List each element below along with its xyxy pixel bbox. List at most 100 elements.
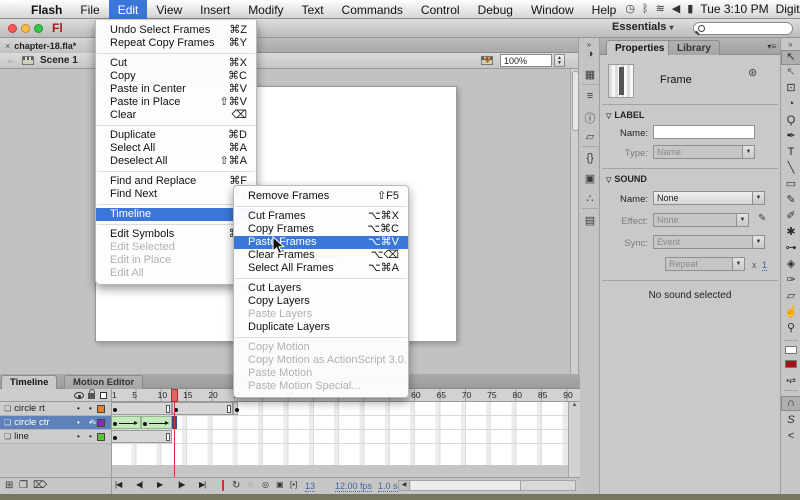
pencil-tool[interactable]: ✎ (781, 194, 800, 207)
layer-color-swatch[interactable] (97, 433, 105, 441)
selection-tool[interactable]: ↖ (781, 50, 800, 65)
go-first-button[interactable]: |◀ (115, 480, 121, 489)
tab-timeline[interactable]: Timeline (1, 375, 57, 389)
align-panel-icon[interactable]: ≡ (579, 90, 601, 102)
motion-presets-panel-icon[interactable]: ∴ (579, 192, 601, 205)
swatches-panel-icon[interactable]: ▦ (579, 68, 601, 81)
tab-library[interactable]: Library (668, 40, 720, 55)
pen-tool[interactable]: ✒ (781, 130, 800, 143)
menu-item-paste-in-center[interactable]: Paste in Center⌘V (96, 83, 256, 96)
menubar-item-help[interactable]: Help (583, 0, 626, 19)
tween-span[interactable] (111, 416, 141, 429)
layer-visibility-dot[interactable]: • (77, 432, 80, 441)
line-tool[interactable]: ╲ (781, 162, 800, 175)
color-panel-icon[interactable]: ◑ (579, 48, 601, 60)
menu-item-copy[interactable]: Copy⌘C (96, 70, 256, 83)
label-name-input[interactable] (653, 125, 755, 139)
menu-item-find-next[interactable]: Find NextF3 (96, 188, 256, 201)
label-type-dropdown[interactable]: Name▼ (653, 145, 755, 159)
lasso-tool[interactable]: Ϙ (781, 114, 800, 127)
frame-rate-value[interactable]: 12.00 fps (335, 481, 372, 492)
volume-icon[interactable]: ◀ (672, 0, 680, 19)
menubar-item-debug[interactable]: Debug (469, 0, 522, 19)
frames-grid[interactable] (111, 402, 580, 465)
menubar-item-file[interactable]: File (71, 0, 108, 19)
menubar-item-window[interactable]: Window (522, 0, 583, 19)
edit-multiple-frames-button[interactable]: ▣ (276, 480, 284, 489)
outline-all-layers-icon[interactable] (100, 392, 107, 399)
rectangle-tool[interactable]: ▭ (781, 178, 800, 191)
menu-item-remove-frames[interactable]: Remove Frames⇧F5 (234, 190, 408, 203)
info-panel-icon[interactable]: ⓘ (579, 110, 601, 126)
timeline-vertical-scrollbar[interactable]: ▲ (568, 402, 580, 477)
layer-lock-dot[interactable]: • (89, 432, 92, 441)
center-frame-marker[interactable] (222, 480, 224, 491)
layer-row-circle-ctr[interactable]: ❏circle ctr✎•• (0, 416, 111, 430)
menu-item-repeat-copy-frames[interactable]: Repeat Copy Frames⌘Y (96, 37, 256, 50)
menu-item-clear-frames[interactable]: Clear Frames⌥⌫ (234, 249, 408, 262)
menu-item-select-all[interactable]: Select All⌘A (96, 142, 256, 155)
menubar-user[interactable]: Digital Foundations (776, 2, 800, 16)
menu-item-cut-frames[interactable]: Cut Frames⌥⌘X (234, 210, 408, 223)
new-folder-button[interactable]: ❐ (19, 480, 28, 491)
layer-lock-dot[interactable]: • (89, 418, 92, 427)
bone-tool[interactable]: ⊶ (781, 242, 800, 255)
menu-item-undo-select-frames[interactable]: Undo Select Frames⌘Z (96, 24, 256, 37)
back-arrow-icon[interactable]: ← (6, 55, 16, 66)
play-button[interactable]: ▶ (157, 480, 162, 489)
current-frame-value[interactable]: 13 (305, 481, 315, 492)
step-back-button[interactable]: ◀| (136, 480, 142, 489)
sound-name-dropdown[interactable]: None▼ (653, 191, 765, 205)
time-machine-icon[interactable]: ◷ (625, 0, 635, 19)
menu-item-find-and-replace[interactable]: Find and Replace⌘F (96, 175, 256, 188)
elapsed-time-value[interactable]: 1.0 s (378, 481, 398, 492)
menubar-item-control[interactable]: Control (412, 0, 469, 19)
search-input[interactable] (693, 22, 793, 35)
layer-visibility-dot[interactable]: • (77, 418, 80, 427)
menubar-item-view[interactable]: View (147, 0, 191, 19)
layer-color-swatch[interactable] (97, 419, 105, 427)
help-icon[interactable]: ⊛ (748, 66, 757, 79)
workspace-switcher[interactable]: Essentials ▾ (612, 21, 674, 33)
straighten-icon[interactable]: < (781, 430, 800, 443)
tab-properties[interactable]: Properties (606, 40, 673, 55)
collapse-tools-icon[interactable]: » (781, 40, 800, 49)
go-last-button[interactable]: ▶| (199, 480, 205, 489)
menubar-item-modify[interactable]: Modify (239, 0, 292, 19)
zoom-tool[interactable]: ⚲ (781, 322, 800, 335)
3d-rotation-tool[interactable]: ◔ (781, 98, 800, 111)
step-forward-button[interactable]: |▶ (178, 480, 184, 489)
free-transform-tool[interactable]: ⊡ (781, 82, 800, 95)
smooth-icon[interactable]: S (781, 414, 800, 427)
menu-item-copy-frames[interactable]: Copy Frames⌥⌘C (234, 223, 408, 236)
menu-item-deselect-all[interactable]: Deselect All⇧⌘A (96, 155, 256, 168)
menu-item-paste-in-place[interactable]: Paste in Place⇧⌘V (96, 96, 256, 109)
menu-item-cut-layers[interactable]: Cut Layers (234, 282, 408, 295)
eraser-tool[interactable]: ▱ (781, 290, 800, 303)
menu-item-duplicate[interactable]: Duplicate⌘D (96, 129, 256, 142)
subselection-tool[interactable]: ↖ (781, 66, 800, 79)
menu-item-select-all-frames[interactable]: Select All Frames⌥⌘A (234, 262, 408, 275)
stage-zoom-input[interactable]: 100% (500, 54, 552, 67)
bluetooth-icon[interactable]: ᛒ (642, 0, 649, 19)
battery-icon[interactable]: ▮ (687, 0, 693, 19)
menubar-item-insert[interactable]: Insert (191, 0, 239, 19)
layer-row-circle-rt[interactable]: ❏circle rt•• (0, 402, 111, 416)
layer-visibility-dot[interactable]: • (77, 404, 80, 413)
timeline-horizontal-scrollbar[interactable]: ◀ (398, 480, 576, 491)
scene-name[interactable]: Scene 1 (40, 55, 78, 66)
sound-repeat-dropdown[interactable]: Repeat▼ (665, 257, 745, 271)
menu-item-paste-frames[interactable]: Paste Frames⌥⌘V (234, 236, 408, 249)
fill-color-swatch[interactable] (785, 360, 797, 368)
onion-outlines-button[interactable]: ◎ (262, 480, 269, 489)
menu-item-timeline[interactable]: Timeline▶ (96, 208, 256, 221)
sound-effect-dropdown[interactable]: None▼ (653, 213, 749, 227)
menubar-item-flash[interactable]: Flash (22, 0, 71, 19)
project-panel-icon[interactable]: ▤ (579, 214, 601, 227)
layer-lock-dot[interactable]: • (89, 404, 92, 413)
sound-section-header[interactable]: ▽SOUND (606, 174, 647, 184)
scrollbar-thumb[interactable] (411, 481, 521, 490)
wifi-icon[interactable]: ≋ (656, 0, 665, 19)
new-layer-button[interactable]: ⊞ (5, 480, 13, 491)
default-swap-colors-icon[interactable]: ▪⇄ (781, 374, 800, 387)
